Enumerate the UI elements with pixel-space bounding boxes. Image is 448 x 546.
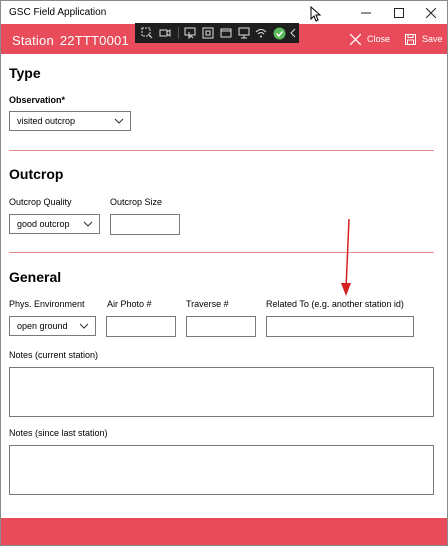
wifi-icon[interactable]: [253, 25, 270, 41]
outcrop-quality-select[interactable]: good outcrop: [9, 214, 100, 234]
outcrop-quality-value: good outcrop: [17, 219, 70, 229]
station-heading: Station 22TTT0001: [12, 33, 129, 48]
window-close-button[interactable]: [415, 1, 447, 24]
check-icon[interactable]: [271, 25, 288, 41]
section-divider: [9, 150, 434, 151]
notes-since-label: Notes (since last station): [9, 428, 108, 438]
observation-label: Observation*: [9, 95, 66, 105]
maximize-button[interactable]: [383, 1, 415, 24]
notes-current-textarea[interactable]: [9, 367, 434, 417]
frame-icon[interactable]: [199, 25, 216, 41]
minimize-button[interactable]: [350, 1, 382, 24]
save-icon: [405, 33, 416, 45]
chevron-left-icon[interactable]: [289, 25, 298, 41]
air-photo-label: Air Photo #: [107, 299, 152, 309]
phys-environment-label: Phys. Environment: [9, 299, 85, 309]
station-id: 22TTT0001: [59, 33, 129, 48]
select-icon[interactable]: [139, 25, 156, 41]
notes-since-textarea[interactable]: [9, 445, 434, 495]
outcrop-size-input[interactable]: [110, 214, 180, 235]
related-to-input[interactable]: [266, 316, 414, 337]
station-label: Station: [12, 33, 54, 48]
notes-current-label: Notes (current station): [9, 350, 99, 360]
observation-select[interactable]: visited outcrop: [9, 111, 131, 131]
section-divider: [9, 252, 434, 253]
window-icon[interactable]: [217, 25, 234, 41]
close-station-button[interactable]: Close: [350, 30, 390, 48]
close-x-icon: [350, 33, 361, 45]
outcrop-section-title: Outcrop: [9, 166, 64, 182]
pointer-icon[interactable]: [182, 25, 199, 41]
observation-value: visited outcrop: [17, 116, 76, 126]
related-to-label: Related To (e.g. another station id): [266, 299, 404, 309]
close-icon: [426, 7, 436, 18]
screen-icon[interactable]: [235, 25, 252, 41]
general-section-title: General: [9, 269, 62, 285]
type-section-title: Type: [9, 65, 41, 81]
annotation-arrow-icon: [341, 218, 351, 296]
window-titlebar: GSC Field Application: [1, 1, 447, 24]
save-label: Save: [422, 34, 443, 44]
debug-toolbar: [135, 23, 299, 43]
outcrop-quality-label: Outcrop Quality: [9, 197, 72, 207]
app-window: GSC Field Application Station 22TTT0001 C…: [0, 0, 448, 546]
air-photo-input[interactable]: [106, 316, 176, 337]
chevron-down-icon: [114, 118, 124, 124]
close-label: Close: [367, 34, 391, 44]
video-icon[interactable]: [157, 25, 174, 41]
traverse-input[interactable]: [186, 316, 256, 337]
mouse-cursor-icon: [310, 6, 321, 22]
phys-environment-value: open ground: [17, 321, 68, 331]
chevron-down-icon: [83, 221, 93, 227]
maximize-icon: [394, 7, 404, 18]
save-station-button[interactable]: Save: [405, 30, 443, 48]
outcrop-size-label: Outcrop Size: [110, 197, 163, 207]
chevron-down-icon: [79, 323, 89, 329]
toolbar-separator: [177, 27, 179, 39]
phys-environment-select[interactable]: open ground: [9, 316, 96, 336]
traverse-label: Traverse #: [186, 299, 229, 309]
window-title: GSC Field Application: [9, 7, 107, 18]
minimize-icon: [361, 12, 371, 13]
footer-bar: [1, 518, 447, 545]
